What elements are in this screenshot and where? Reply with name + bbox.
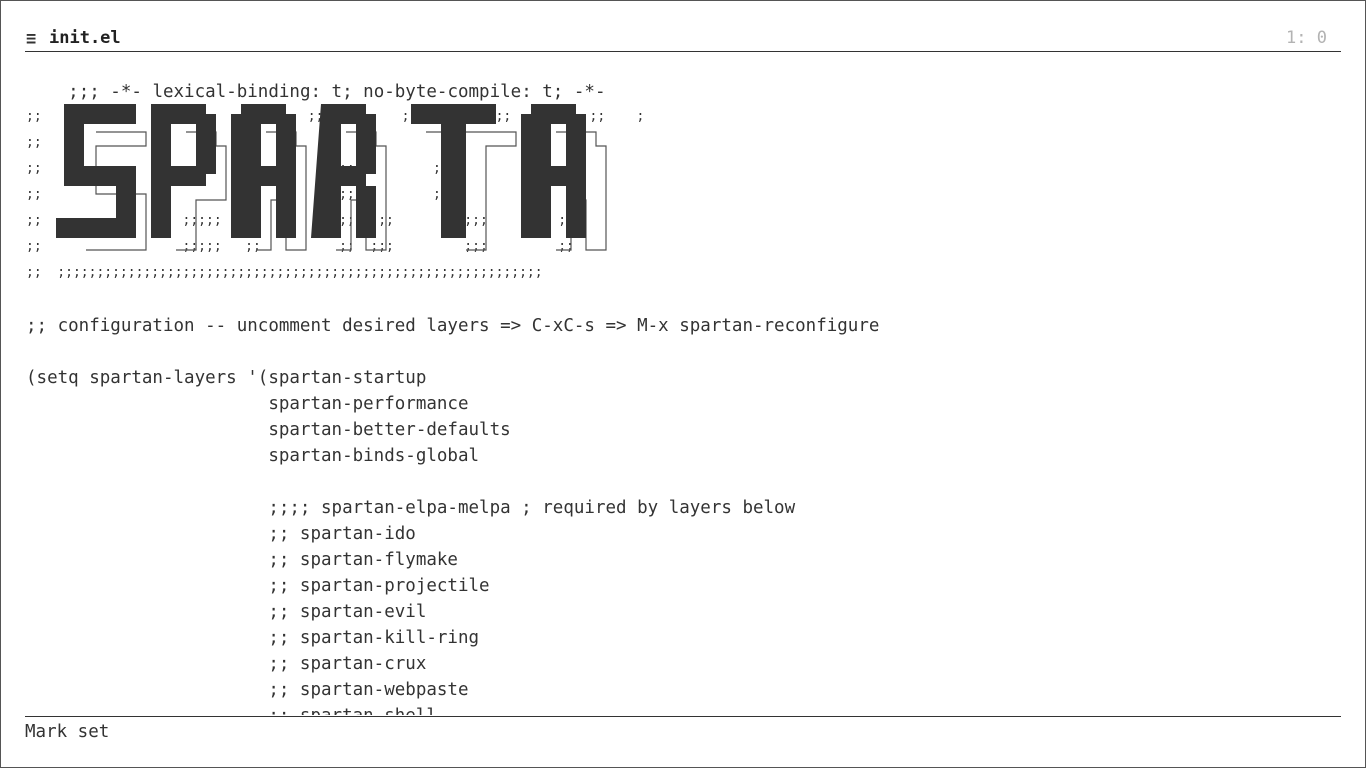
sparta-ascii-banner [56,104,607,251]
hamburger-menu-icon[interactable]: ≡ [26,31,36,48]
code-line-setq: (setq spartan-layers '(spartan-startup [26,368,427,388]
code-line-layer-comment: ;; spartan-ido [26,524,416,544]
code-line-layer: spartan-better-defaults [26,420,511,440]
code-line-comment: ;; configuration -- uncomment desired la… [26,316,880,336]
buffer-name: init.el [49,28,121,48]
code-line-header: ;;; -*- lexical-binding: t; no-byte-comp… [26,53,605,102]
editor-buffer[interactable]: ;;; -*- lexical-binding: t; no-byte-comp… [26,52,1342,715]
code-line-layer-comment: ;; spartan-webpaste [26,680,469,700]
minibuffer-divider [25,716,1341,717]
banner-letter-s [56,104,136,238]
code-line-layer-comment: ;; spartan-crux [26,654,427,674]
banner-letter-t [411,104,496,238]
code-line-layer-comment: ;; spartan-shell [26,703,437,715]
code-line-layer-comment: ;; spartan-projectile [26,576,490,596]
code-line-layer: spartan-performance [26,394,469,414]
banner-letter-r [311,104,376,238]
banner-letter-a [231,104,296,238]
code-line-layer-comment: ;; spartan-evil [26,602,427,622]
minibuffer-message[interactable]: Mark set [25,719,109,745]
banner-comment-row: ;; ;;;;;;;;;;;;;;;;;;;;;;;;;;;;;;;;;;;;;… [26,265,543,280]
banner-comment-row: ;; [26,135,42,150]
banner-letter-p [151,104,216,238]
code-line-layer-comment: ;; spartan-flymake [26,550,458,570]
code-line-layer-comment: ;;;; spartan-elpa-melpa ; required by la… [26,498,796,518]
cursor-position: 1: 0 [1286,28,1327,48]
sparta-letters [56,104,586,238]
banner-letter-a-second [521,104,586,238]
code-line-layer: spartan-binds-global [26,446,480,466]
mode-line: ≡ init.el 1: 0 [25,26,1341,52]
code-line-layer-comment: ;; spartan-kill-ring [26,628,480,648]
